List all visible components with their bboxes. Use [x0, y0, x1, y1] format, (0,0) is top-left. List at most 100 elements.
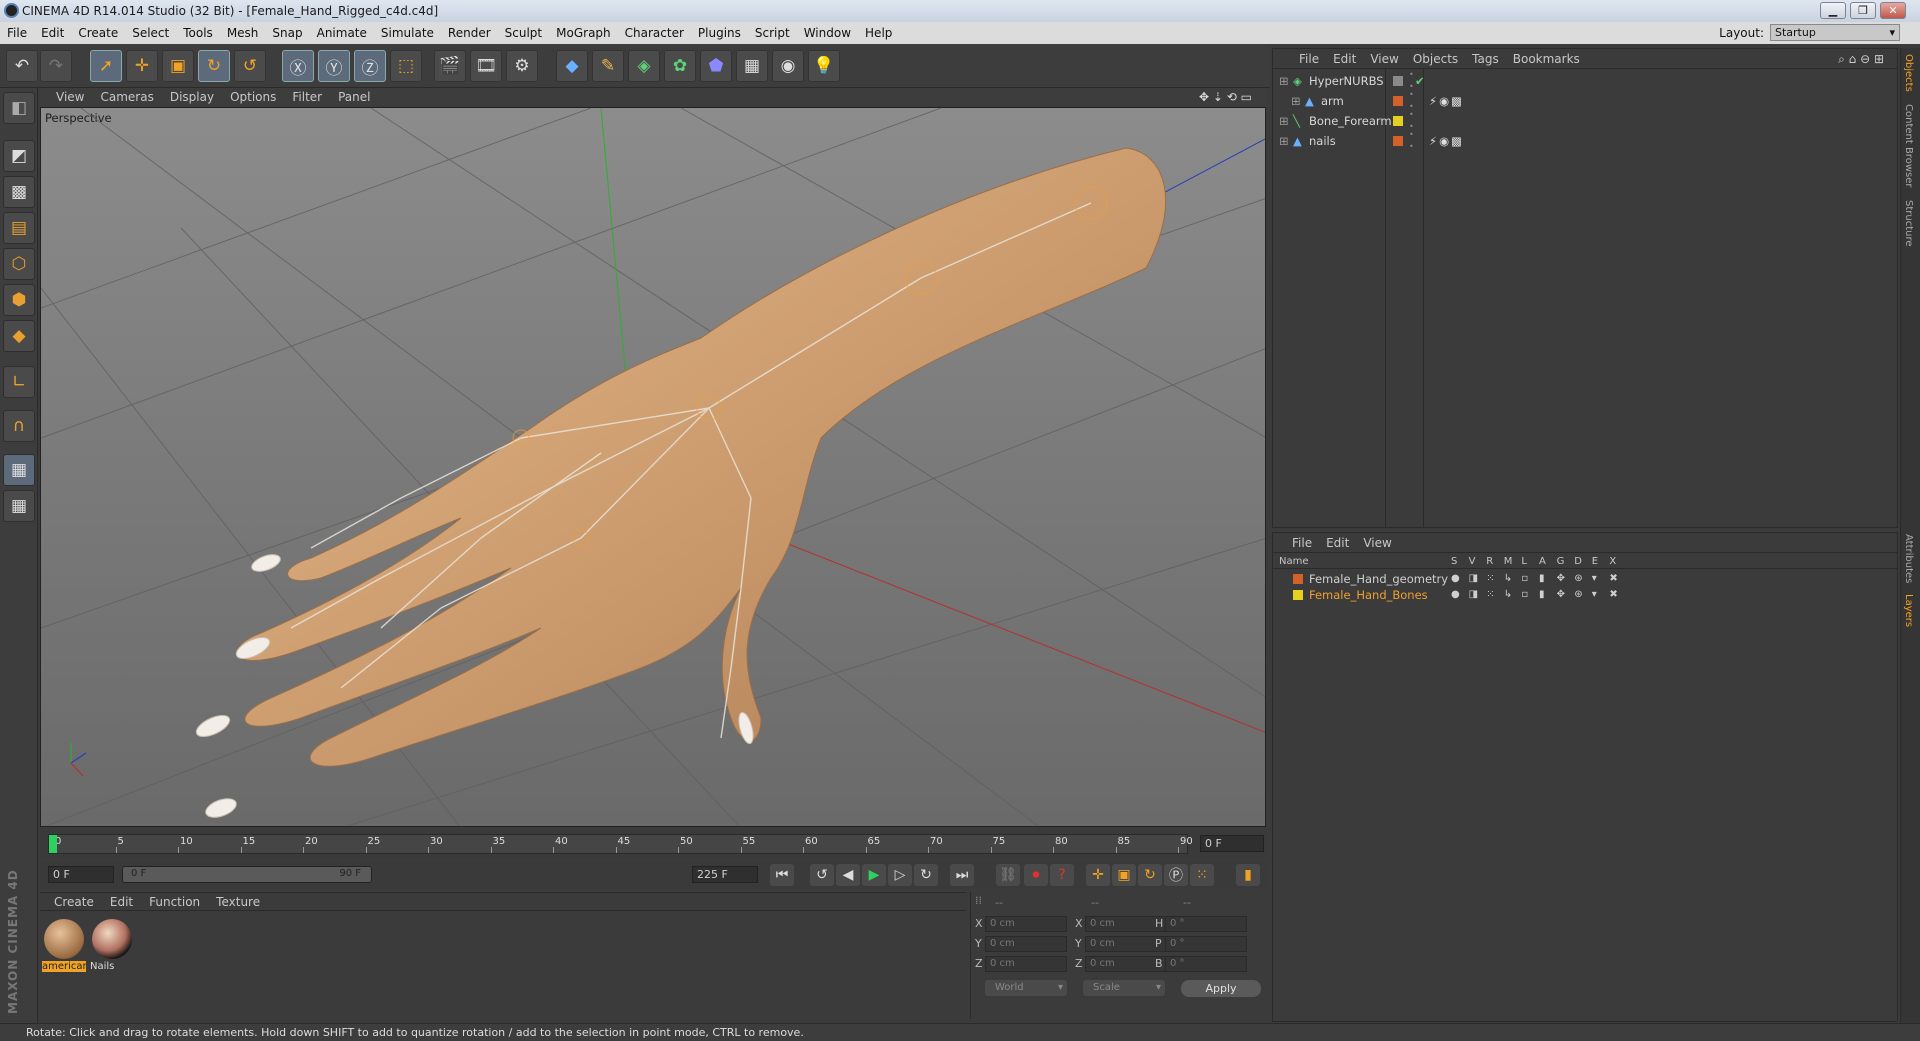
object-manager-tools[interactable]: ⌕ ⌂ ⊖ ⊞ — [1831, 49, 1891, 69]
layer-flag-toggle[interactable]: ● — [1451, 571, 1460, 587]
viewport-menu-display[interactable]: Display — [162, 88, 222, 106]
menu-animate[interactable]: Animate — [310, 22, 374, 44]
deformer-button[interactable]: ⬟ — [700, 50, 732, 82]
menu-mograph[interactable]: MoGraph — [549, 22, 618, 44]
object-row[interactable]: ⊞ ▲ nails • • ⚡◉▩ — [1273, 129, 1897, 153]
current-frame-field[interactable]: 0 F — [1200, 835, 1264, 852]
menu-render[interactable]: Render — [441, 22, 498, 44]
layer-flag-toggle[interactable]: ⁙ — [1486, 587, 1494, 603]
tag-icons[interactable]: ⚡◉▩ — [1429, 131, 1464, 151]
material-swatch-0[interactable]: americar — [42, 917, 86, 973]
scale-button[interactable]: ▣ — [162, 50, 194, 82]
play-button[interactable]: ▶ — [862, 864, 886, 886]
go-to-end-button[interactable]: ⏭ — [950, 864, 974, 886]
undo-button[interactable]: ↶ — [6, 50, 38, 82]
tab-objects[interactable]: Objects — [1903, 54, 1914, 92]
camera-button[interactable]: ◉ — [772, 50, 804, 82]
layer-column-header[interactable]: V — [1469, 555, 1476, 569]
points-mode-button[interactable]: ⬡ — [3, 248, 35, 280]
object-menu-file[interactable]: File — [1292, 49, 1326, 69]
live-select-button[interactable]: ➚ — [90, 50, 122, 82]
expand-icon[interactable]: ⊞ — [1279, 111, 1289, 131]
timeline-track[interactable]: 0 5 10 15 20 25 30 35 40 45 50 55 60 65 70 75 80 85 90 — [48, 834, 1193, 854]
viewport-nav-icons[interactable]: ✥ ⇣ ⟲ ▭ — [1191, 88, 1260, 106]
close-button[interactable]: ✕ — [1880, 2, 1906, 19]
array-button[interactable]: ✿ — [664, 50, 696, 82]
move-button[interactable]: ✛ — [126, 50, 158, 82]
redo-button[interactable]: ↷ — [40, 50, 72, 82]
layer-flag-toggle[interactable]: ▫ — [1521, 571, 1528, 587]
layer-flag-toggle[interactable]: ⊛ — [1574, 587, 1582, 603]
coord-space-select[interactable]: World ▾ — [985, 980, 1067, 996]
model-mode-button[interactable]: ◩ — [3, 140, 35, 172]
expand-icon[interactable]: ⊞ — [1279, 71, 1289, 91]
coord-value-field[interactable]: 0 cm — [985, 916, 1067, 932]
menu-window[interactable]: Window — [797, 22, 858, 44]
object-row[interactable]: ⊞ ◈ HyperNURBS • • ✔ — [1273, 70, 1897, 91]
coord-mode-select[interactable]: Scale ▾ — [1083, 980, 1165, 996]
menu-snap[interactable]: Snap — [265, 22, 309, 44]
expand-icon[interactable]: ⊞ — [1291, 91, 1301, 111]
layer-column-header[interactable]: L — [1521, 555, 1527, 569]
menu-simulate[interactable]: Simulate — [374, 22, 441, 44]
layer-flag-toggle[interactable]: ▮ — [1539, 587, 1545, 603]
apply-button[interactable]: Apply — [1181, 980, 1261, 997]
material-menu-edit[interactable]: Edit — [102, 893, 141, 911]
layer-column-header[interactable]: G — [1557, 555, 1565, 569]
viewport-menu-view[interactable]: View — [48, 88, 92, 106]
layer-column-header[interactable]: A — [1539, 555, 1546, 569]
layer-color-swatch[interactable] — [1393, 136, 1403, 146]
preview-range-slider[interactable]: 0 F 90 F — [122, 866, 372, 883]
rotate-button[interactable]: ↻ — [198, 50, 230, 82]
layer-flag-toggle[interactable]: ✖ — [1609, 571, 1617, 587]
layer-column-header[interactable]: S — [1451, 555, 1457, 569]
checkmark-icon[interactable]: ✔ — [1415, 71, 1425, 91]
floor-button[interactable]: ▦ — [736, 50, 768, 82]
layout-select[interactable]: Startup ▾ — [1770, 24, 1900, 41]
render-view-button[interactable]: 🎬 — [434, 50, 466, 82]
layer-column-header[interactable]: Name — [1279, 555, 1309, 569]
texture-mode-button[interactable]: ▩ — [3, 176, 35, 208]
maximize-button[interactable]: ❐ — [1850, 2, 1876, 19]
menu-select[interactable]: Select — [125, 22, 176, 44]
make-editable-button[interactable]: ◧ — [3, 92, 35, 124]
visibility-dots-icon[interactable]: • • — [1409, 129, 1414, 153]
layer-flag-toggle[interactable]: ◨ — [1469, 571, 1478, 587]
tab-content-browser[interactable]: Content Browser — [1903, 104, 1914, 187]
recent-tool-button[interactable]: ↺ — [234, 50, 266, 82]
record-active-button[interactable]: ⏺ — [1024, 864, 1048, 886]
coordinate-system-button[interactable]: ⬚ — [390, 50, 422, 82]
layer-color-swatch[interactable] — [1393, 96, 1403, 106]
tab-structure[interactable]: Structure — [1903, 200, 1914, 247]
layer-color-swatch[interactable] — [1393, 76, 1403, 86]
layer-column-header[interactable]: E — [1592, 555, 1598, 569]
layer-flag-toggle[interactable]: ⊛ — [1574, 571, 1582, 587]
layer-flag-toggle[interactable]: ▮ — [1539, 571, 1545, 587]
layer-flag-toggle[interactable]: ⁙ — [1486, 571, 1494, 587]
layer-column-header[interactable]: D — [1574, 555, 1582, 569]
workplane-lock-button[interactable]: ▦ — [3, 454, 35, 486]
playhead[interactable] — [49, 835, 57, 853]
object-menu-view[interactable]: View — [1363, 49, 1405, 69]
viewport-menu-panel[interactable]: Panel — [330, 88, 378, 106]
layer-flag-toggle[interactable]: ✥ — [1557, 571, 1565, 587]
next-key-button[interactable]: ↻ — [914, 864, 938, 886]
layer-flag-toggle[interactable]: ✥ — [1557, 587, 1565, 603]
cube-button[interactable]: ◆ — [556, 50, 588, 82]
polygons-mode-button[interactable]: ◆ — [3, 320, 35, 352]
material-menu-create[interactable]: Create — [46, 893, 102, 911]
snap-button[interactable]: ∩ — [3, 410, 35, 442]
spline-button[interactable]: ✎ — [592, 50, 624, 82]
tag-icons[interactable]: ⚡◉▩ — [1429, 91, 1464, 111]
viewport-menu-options[interactable]: Options — [222, 88, 284, 106]
expand-icon[interactable]: ⊞ — [1279, 131, 1289, 151]
key-scale-button[interactable]: ▣ — [1112, 864, 1136, 886]
layer-flag-toggle[interactable]: ▫ — [1521, 587, 1528, 603]
z-axis-button[interactable]: Ⓩ — [354, 50, 386, 82]
next-frame-button[interactable]: ▷ — [888, 864, 912, 886]
key-position-button[interactable]: ✛ — [1086, 864, 1110, 886]
viewport-menu-filter[interactable]: Filter — [284, 88, 330, 106]
key-parameter-button[interactable]: Ⓟ — [1164, 864, 1188, 886]
axis-mode-button[interactable]: ∟ — [3, 366, 35, 398]
object-row[interactable]: ⊞ ▲ arm • • ⚡◉▩ — [1273, 90, 1897, 111]
